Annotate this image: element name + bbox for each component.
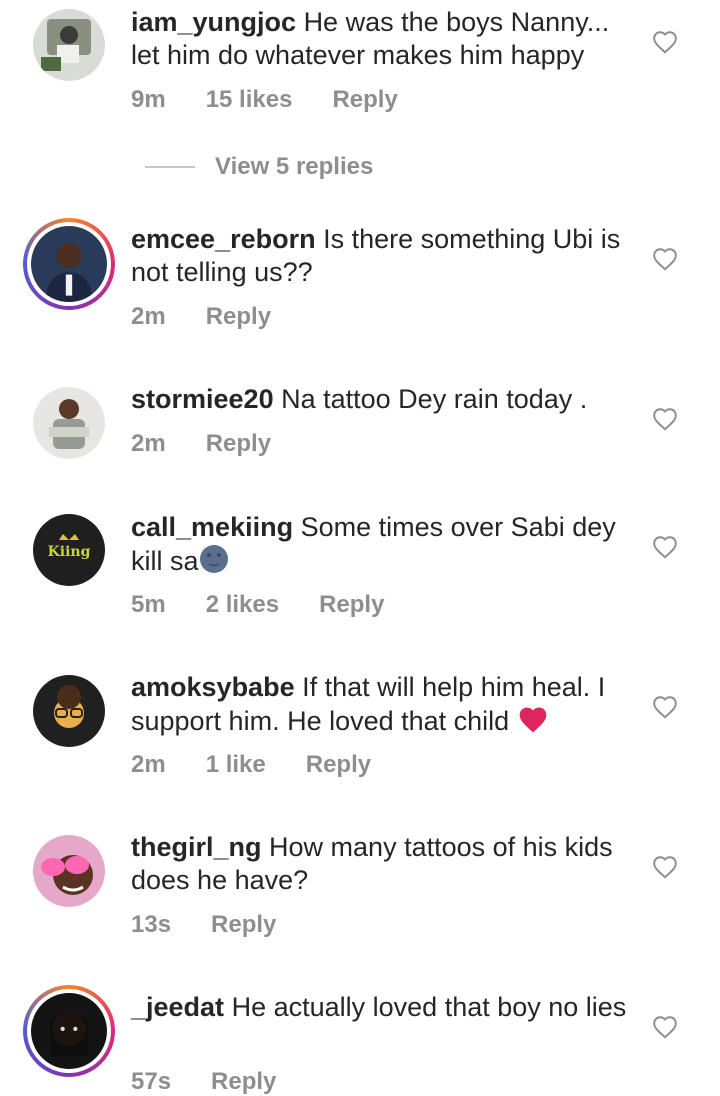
comment-meta: 5m 2 likes Reply [131,591,424,619]
red-heart-emoji [517,704,549,742]
comment-username[interactable]: iam_yungjoc [131,7,296,37]
comment-text: iam_yungjoc He was the boys Nanny... let… [131,6,631,72]
heart-outline-icon[interactable] [652,1015,678,1039]
comment-username[interactable]: amoksybabe [131,672,295,702]
comment-time: 5m [131,591,166,618]
comment-username[interactable]: thegirl_ng [131,832,262,862]
avatar[interactable] [23,218,115,310]
comment-meta: 2m 1 like Reply [131,751,411,779]
reply-button[interactable]: Reply [206,430,271,458]
comment-username[interactable]: _jeedat [131,992,224,1022]
avatar[interactable] [33,835,105,907]
comment-body: Na tattoo Dey rain today . [281,384,588,414]
avatar[interactable] [23,985,115,1077]
avatar[interactable] [33,9,105,81]
comment-time: 2m [131,751,166,778]
comment-text: stormiee20 Na tattoo Dey rain today . [131,383,631,416]
comment-text: amoksybabe If that will help him heal. I… [131,671,631,742]
comment-text: _jeedat He actually loved that boy no li… [131,991,631,1024]
comment-time: 2m [131,303,166,330]
view-replies-label: View 5 replies [215,153,374,180]
comment-text: call_mekiing Some times over Sabi dey ki… [131,511,631,582]
comment-meta: 2m Reply [131,303,311,331]
avatar[interactable] [33,675,105,747]
comment-likes[interactable]: 2 likes [206,591,279,619]
avatar[interactable] [33,387,105,459]
comment-meta: 2m Reply [131,430,311,458]
view-replies-button[interactable]: View 5 replies [145,153,373,181]
comment-time: 9m [131,86,166,113]
reply-button[interactable]: Reply [211,911,276,939]
reply-button[interactable]: Reply [206,303,271,331]
comment-time: 57s [131,1068,172,1095]
reply-button[interactable]: Reply [332,86,397,114]
svg-text:Kiing: Kiing [48,544,91,560]
heart-outline-icon[interactable] [652,247,678,271]
comment-username[interactable]: call_mekiing [131,512,293,542]
heart-outline-icon[interactable] [652,407,678,431]
heart-outline-icon[interactable] [652,855,678,879]
heart-outline-icon[interactable] [652,695,678,719]
comment-text: thegirl_ng How many tattoos of his kids … [131,831,631,897]
reply-button[interactable]: Reply [306,751,371,779]
reply-button[interactable]: Reply [319,591,384,619]
comment-username[interactable]: emcee_reborn [131,224,316,254]
new-moon-face-emoji [199,544,229,582]
heart-outline-icon[interactable] [652,30,678,54]
divider [145,166,195,168]
comment-likes[interactable]: 1 like [206,751,266,779]
comment-text: emcee_reborn Is there something Ubi is n… [131,223,631,289]
heart-outline-icon[interactable] [652,535,678,559]
avatar[interactable]: Kiing [33,514,105,586]
reply-button[interactable]: Reply [211,1068,276,1096]
comment-body: He actually loved that boy no lies [231,992,627,1022]
comment-username[interactable]: stormiee20 [131,384,274,414]
comment-time: 13s [131,911,172,938]
comment-time: 2m [131,430,166,457]
comment-likes[interactable]: 15 likes [206,86,293,114]
comment-meta: 9m 15 likes Reply [131,86,438,114]
comment-meta: 57s Reply [131,1068,316,1096]
comment-meta: 13s Reply [131,911,316,939]
